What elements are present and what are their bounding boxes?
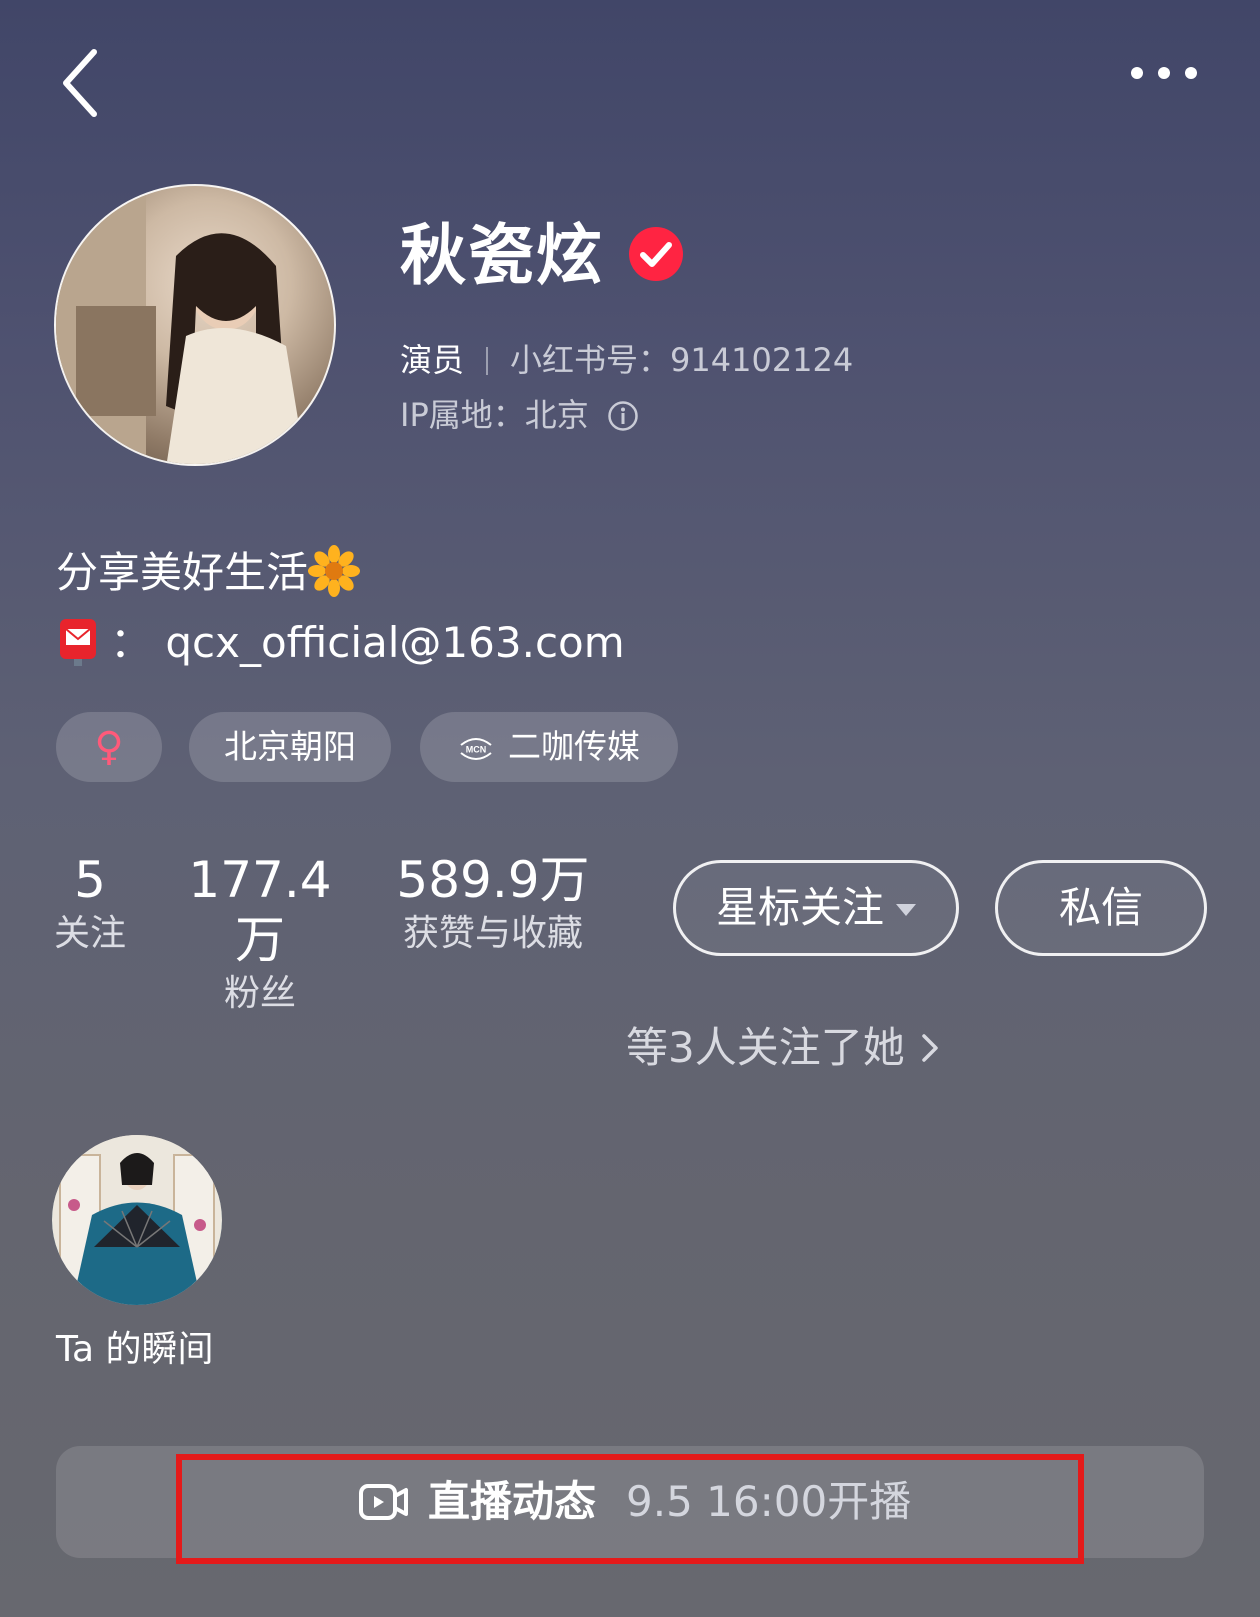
location-tag[interactable]: 北京朝阳 xyxy=(189,712,391,782)
avatar-photo xyxy=(56,186,306,464)
moments-label: Ta 的瞬间 xyxy=(56,1329,214,1370)
ip-location: IP属地：北京 xyxy=(400,395,639,435)
stat-label: 粉丝 xyxy=(223,973,296,1014)
mcn-tag[interactable]: MCN 二咖传媒 xyxy=(420,712,678,782)
gender-tag: ♀ xyxy=(56,712,162,782)
chevron-left-icon xyxy=(63,49,97,117)
bio-line-1: 分享美好生活 xyxy=(56,545,361,599)
profile-name: 秋瓷炫 xyxy=(400,217,604,294)
star-follow-button[interactable]: 星标关注 xyxy=(673,860,959,956)
chevron-right-icon xyxy=(919,1022,941,1062)
flower-icon xyxy=(308,545,361,597)
followed-by-link[interactable]: 等3人关注了她 xyxy=(626,1020,941,1076)
info-icon[interactable] xyxy=(607,400,639,432)
bio-email: ： qcx_official@163.com xyxy=(110,618,625,667)
moment-thumbnail[interactable] xyxy=(52,1135,222,1305)
mcn-icon: MCN xyxy=(458,715,494,760)
bio-text: 分享美好生活 xyxy=(56,548,309,597)
mcn-name: 二咖传媒 xyxy=(508,727,640,766)
verified-badge-icon xyxy=(628,226,684,282)
caret-down-icon xyxy=(896,904,916,916)
stat-value: 5 xyxy=(74,851,106,909)
profile-role: 演员 xyxy=(400,341,465,379)
star-follow-label: 星标关注 xyxy=(715,883,884,932)
ip-location-text: IP属地：北京 xyxy=(400,396,589,434)
stat-value: 177.4万 xyxy=(188,851,332,969)
back-button[interactable] xyxy=(58,48,108,118)
ellipsis-icon xyxy=(1131,67,1197,79)
red-id[interactable]: 小红书号：914102124 xyxy=(510,341,853,379)
stat-value: 589.9万 xyxy=(396,851,590,909)
highlight-box xyxy=(176,1454,1084,1564)
stat-label: 获赞与收藏 xyxy=(402,913,583,954)
stat-fans[interactable]: 177.4万 粉丝 xyxy=(165,850,355,1018)
followed-by-text: 等3人关注了她 xyxy=(626,1023,905,1072)
avatar[interactable] xyxy=(54,184,336,466)
female-icon: ♀ xyxy=(94,724,124,770)
moment-photo xyxy=(52,1135,222,1305)
divider xyxy=(486,347,489,375)
profile-meta: 演员 小红书号：914102124 xyxy=(400,340,853,380)
bio-line-2: ： qcx_official@163.com xyxy=(56,615,625,669)
mailbox-icon xyxy=(56,615,100,667)
stat-likes-collects[interactable]: 589.9万 获赞与收藏 xyxy=(378,850,608,958)
svg-text:MCN: MCN xyxy=(466,745,487,755)
stat-label: 关注 xyxy=(53,913,126,954)
message-button[interactable]: 私信 xyxy=(995,860,1207,956)
more-button[interactable] xyxy=(1125,58,1203,88)
stat-following[interactable]: 5 关注 xyxy=(40,850,140,958)
